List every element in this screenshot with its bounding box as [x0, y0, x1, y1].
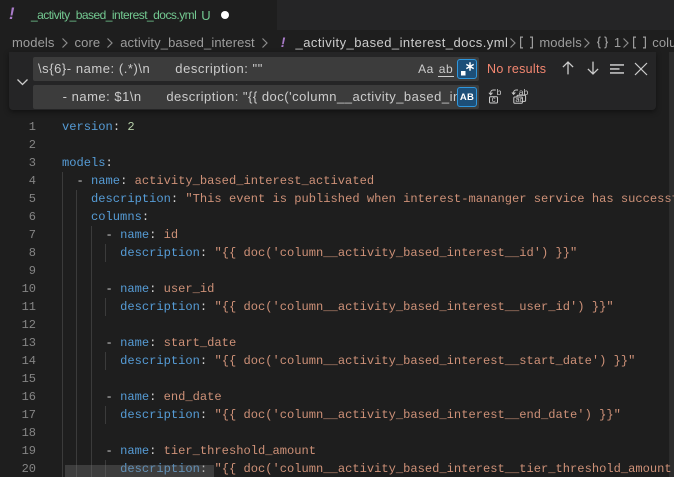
svg-text:c: c — [492, 95, 496, 104]
svg-text:ac: ac — [515, 95, 523, 104]
svg-text:b: b — [497, 88, 502, 97]
